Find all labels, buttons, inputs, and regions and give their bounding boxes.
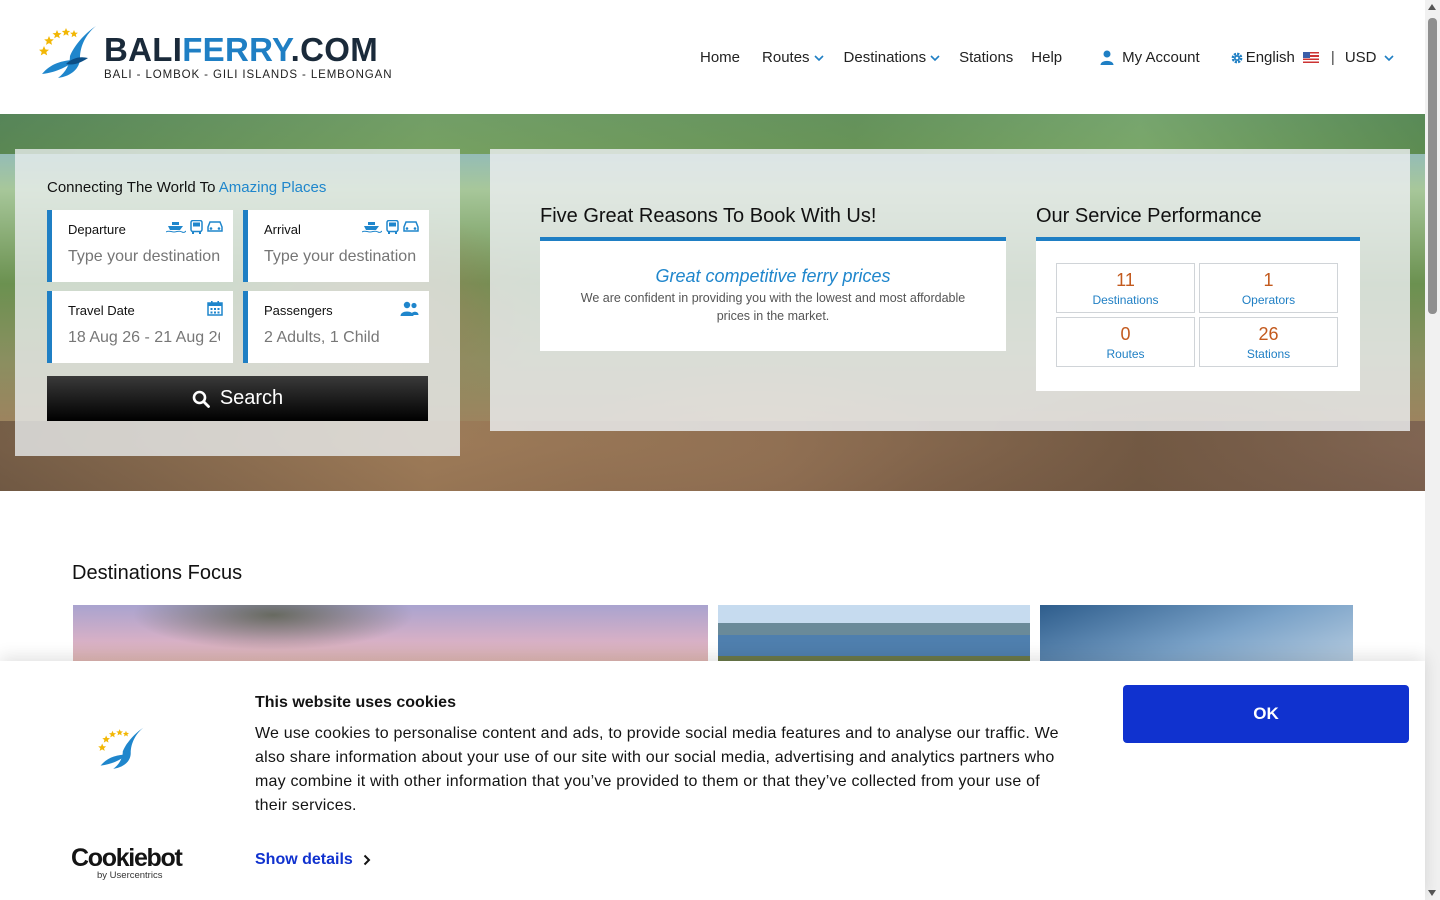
nav-routes[interactable]: Routes (762, 49, 824, 66)
arrival-field[interactable]: Arrival (243, 210, 429, 282)
gear-icon (1231, 52, 1243, 63)
passengers-field[interactable]: Passengers 2 Adults, 1 Child (243, 291, 429, 363)
car-icon (403, 221, 419, 232)
scrollbar-thumb[interactable] (1428, 18, 1437, 314)
chevron-right-icon (363, 854, 371, 866)
nav-destinations[interactable]: Destinations (844, 49, 941, 66)
reason-description: We are confident in providing you with t… (580, 291, 966, 323)
cookie-banner-title: This website uses cookies (255, 694, 456, 711)
stat-stations[interactable]: 26 Stations (1199, 317, 1338, 367)
nav-home[interactable]: Home (700, 49, 740, 66)
stat-label: Destinations (1092, 293, 1159, 307)
stat-value: 0 (1120, 324, 1131, 344)
hero-background-foliage (0, 114, 1425, 154)
us-flag-icon (1302, 52, 1319, 63)
calendar-icon (207, 301, 223, 316)
cookie-consent-banner: Cookiebot by Usercentrics This website u… (0, 661, 1425, 900)
arrival-input[interactable] (264, 248, 416, 266)
performance-heading: Our Service Performance (1036, 205, 1262, 227)
reason-title: Great competitive ferry prices (655, 266, 891, 286)
bus-icon (386, 220, 399, 234)
nav-stations[interactable]: Stations (959, 49, 1013, 66)
passengers-value: 2 Adults, 1 Child (264, 329, 380, 346)
user-icon (1100, 50, 1114, 65)
scroll-up-arrow-icon[interactable] (1428, 4, 1436, 10)
departure-input[interactable] (68, 248, 220, 266)
travel-date-field[interactable]: Travel Date 18 Aug 26 - 21 Aug 26 (47, 291, 233, 363)
destination-image-1[interactable] (73, 605, 708, 665)
destination-image-3[interactable] (1040, 605, 1353, 665)
chevron-down-icon (813, 54, 824, 61)
reasons-heading: Five Great Reasons To Book With Us! (540, 205, 877, 227)
stat-value: 11 (1116, 270, 1135, 290)
baliferry-logo-icon (98, 727, 144, 769)
site-header: BALIFERRY.COM BALI - LOMBOK - GILI ISLAN… (0, 0, 1425, 114)
language-currency-selector[interactable]: English | USD (1230, 49, 1395, 66)
search-icon (192, 390, 210, 408)
reason-card: Great competitive ferry prices We are co… (540, 237, 1006, 351)
brand-name: BALIFERRY.COM (104, 31, 379, 68)
destination-image-2[interactable] (718, 605, 1030, 665)
chevron-down-icon (1384, 54, 1395, 61)
search-panel: Connecting The World To Amazing Places D… (15, 149, 460, 456)
cookie-banner-text: We use cookies to personalise content an… (255, 725, 1059, 814)
nav-help[interactable]: Help (1031, 49, 1062, 66)
info-panel: Five Great Reasons To Book With Us! Grea… (490, 149, 1410, 431)
page-scrollbar[interactable] (1425, 0, 1440, 900)
passengers-label: Passengers (264, 303, 333, 318)
travel-date-label: Travel Date (68, 303, 135, 318)
cookiebot-logo[interactable]: Cookiebot by Usercentrics (71, 845, 183, 881)
nav-my-account[interactable]: My Account (1100, 49, 1200, 66)
stat-label: Routes (1106, 347, 1145, 361)
hero-banner: Connecting The World To Amazing Places D… (0, 114, 1425, 491)
stat-value: 1 (1263, 270, 1274, 290)
stat-operators[interactable]: 1 Operators (1199, 263, 1338, 313)
search-panel-title: Connecting The World To Amazing Places (47, 179, 327, 196)
search-button[interactable]: Search (47, 376, 428, 421)
currency-label: USD (1344, 49, 1377, 66)
stat-label: Stations (1246, 347, 1291, 361)
arrival-label: Arrival (264, 222, 301, 237)
scroll-down-arrow-icon[interactable] (1428, 890, 1436, 896)
baliferry-logo-icon (39, 26, 96, 78)
destinations-focus-heading: Destinations Focus (72, 562, 243, 584)
nav-separator: | (1330, 49, 1335, 66)
departure-field[interactable]: Departure (47, 210, 233, 282)
main-nav: Home Routes Destinations Stations Help M… (700, 49, 1395, 66)
stat-label: Operators (1241, 293, 1296, 307)
cookie-ok-button[interactable]: OK (1123, 685, 1409, 743)
departure-label: Departure (68, 222, 126, 237)
stat-destinations[interactable]: 11 Destinations (1056, 263, 1195, 313)
passengers-icon (400, 301, 419, 316)
stat-value: 26 (1258, 324, 1279, 344)
car-icon (207, 221, 223, 232)
site-logo[interactable]: BALIFERRY.COM BALI - LOMBOK - GILI ISLAN… (36, 24, 392, 84)
brand-tagline: BALI - LOMBOK - GILI ISLANDS - LEMBONGAN (104, 69, 393, 81)
bus-icon (190, 220, 203, 234)
ferry-icon (362, 222, 382, 233)
stat-routes[interactable]: 0 Routes (1056, 317, 1195, 367)
language-label: English (1245, 49, 1295, 66)
performance-card: 11 Destinations 1 Operators 0 Routes 26 … (1036, 237, 1360, 391)
travel-date-value: 18 Aug 26 - 21 Aug 26 (68, 329, 220, 346)
chevron-down-icon (930, 54, 940, 61)
ferry-icon (166, 222, 186, 233)
show-details-link[interactable]: Show details (255, 851, 371, 869)
